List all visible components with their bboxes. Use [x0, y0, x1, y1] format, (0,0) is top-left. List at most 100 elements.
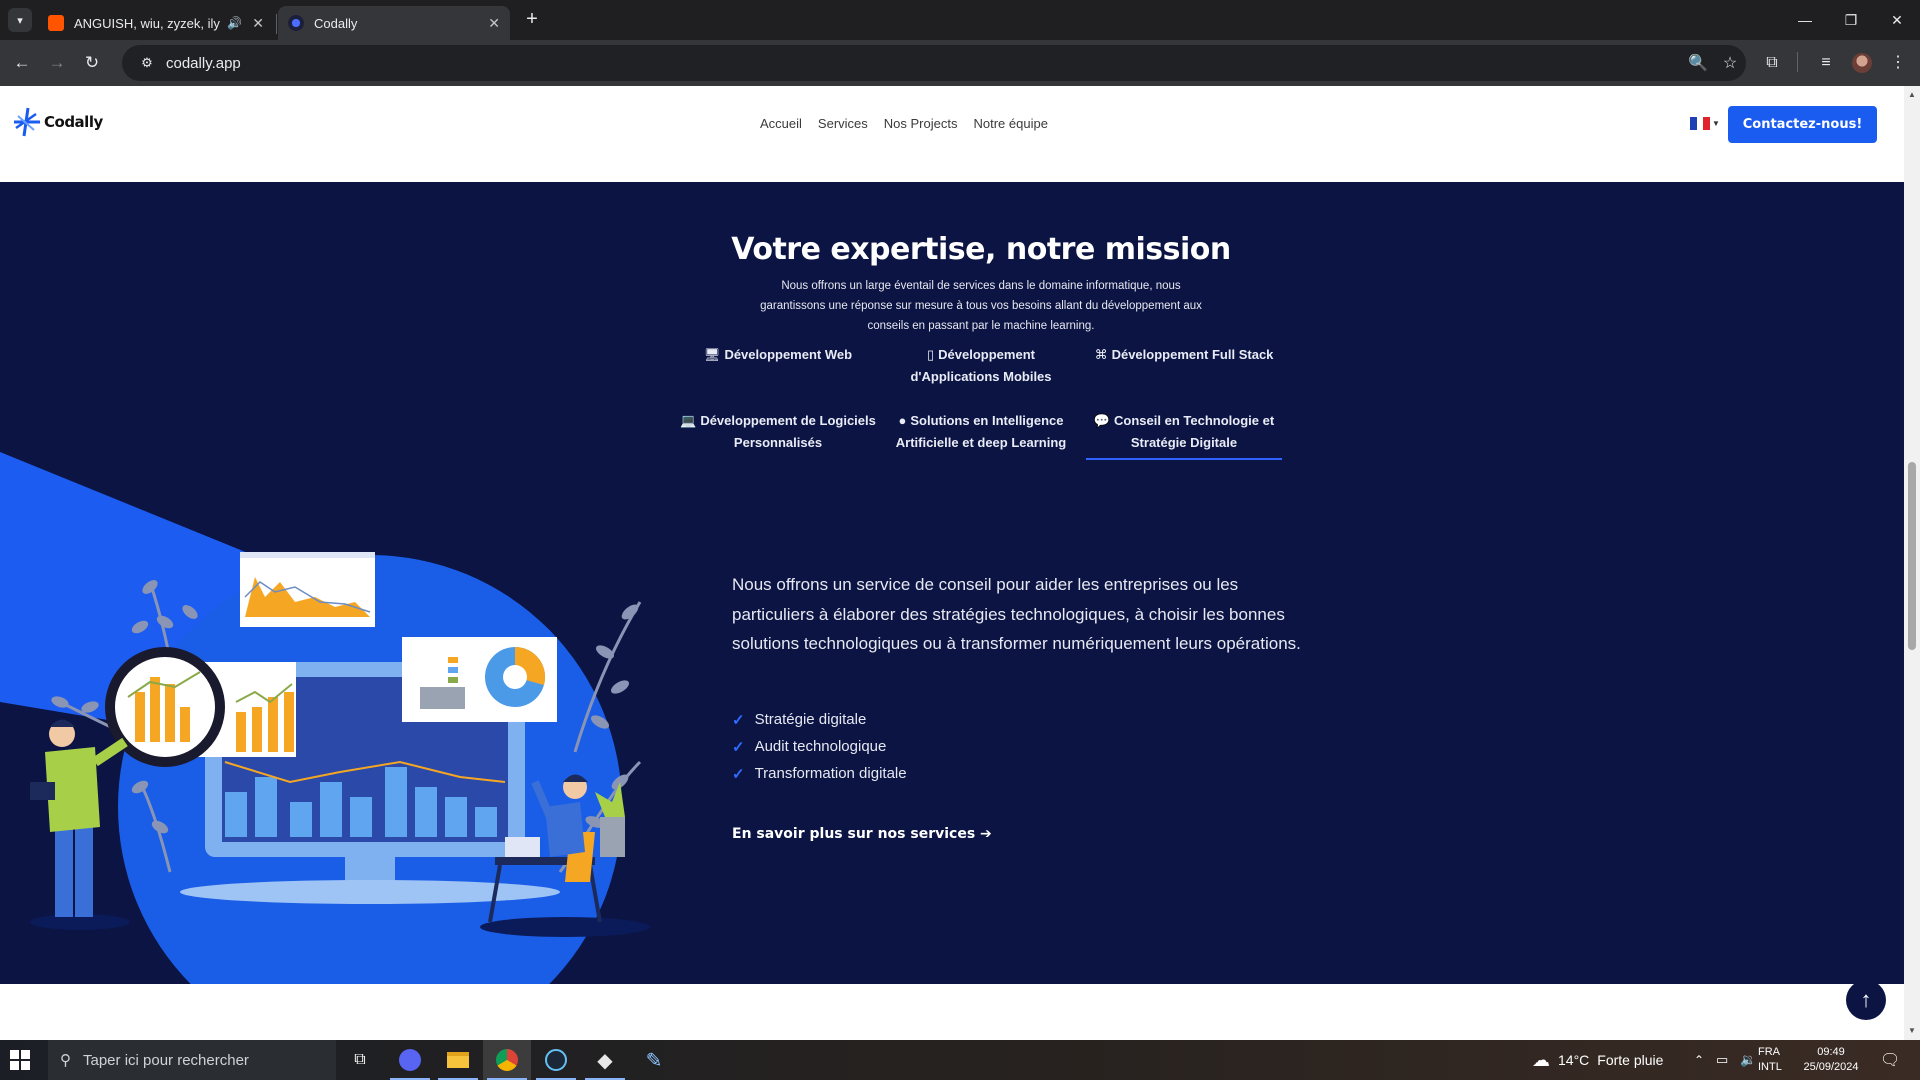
discord-icon[interactable]: [386, 1040, 434, 1080]
tab-codally[interactable]: Codally ✕: [278, 6, 510, 40]
clock-time: 09:49: [1817, 1046, 1845, 1058]
check-icon: ✓: [732, 738, 745, 756]
star-icon[interactable]: ☆: [1714, 53, 1746, 73]
laptop-code-icon: 💻: [680, 413, 697, 428]
task-view-icon[interactable]: ⧉: [336, 1040, 384, 1080]
logo[interactable]: Codally: [12, 106, 103, 138]
codally-logo-icon: [12, 106, 42, 138]
check-icon: ✓: [732, 765, 745, 783]
browser-tab-bar: ▾ ANGUISH, wiu, zyzek, ily – I 🔊 ✕ Codal…: [0, 0, 1920, 40]
input-language[interactable]: FRA INTL: [1758, 1045, 1782, 1075]
nav-projects[interactable]: Nos Projects: [884, 116, 958, 131]
minimize-icon[interactable]: —: [1782, 0, 1828, 40]
taskbar: ⚲ Taper ici pour rechercher ⧉ ◆ ✎ ☁ 14°C…: [0, 1040, 1920, 1080]
soundcloud-favicon-icon: [48, 15, 64, 31]
nav-accueil[interactable]: Accueil: [760, 116, 802, 131]
feature-label: Transformation digitale: [754, 765, 907, 782]
notification-icon[interactable]: 🗨: [1880, 1040, 1900, 1080]
more-services-link[interactable]: En savoir plus sur nos services ➔: [732, 826, 992, 842]
scroll-thumb[interactable]: [1908, 462, 1916, 650]
brain-icon: ●: [898, 413, 907, 428]
search-icon: ⚲: [60, 1052, 71, 1069]
kebab-icon[interactable]: ⋮: [1884, 51, 1912, 75]
steam-icon[interactable]: [532, 1040, 580, 1080]
tab-anguish[interactable]: ANGUISH, wiu, zyzek, ily – I 🔊 ✕: [38, 6, 274, 40]
website-viewport: Codally Accueil Services Nos Projects No…: [0, 86, 1904, 1040]
tab-title: ANGUISH, wiu, zyzek, ily – I: [74, 15, 221, 31]
caret-down-icon: ▼: [1712, 119, 1720, 128]
chevron-up-icon[interactable]: ⌃: [1694, 1040, 1704, 1080]
inkscape-icon[interactable]: ◆: [581, 1040, 629, 1080]
language-selector[interactable]: ▼: [1690, 117, 1720, 130]
tab-web-development[interactable]: 🖥 Développement Web: [678, 344, 878, 366]
scroll-up-icon[interactable]: ▲: [1908, 90, 1916, 99]
mobile-icon: ▯: [927, 347, 935, 362]
tab-mobile-development[interactable]: ▯ Développement d'Applications Mobiles: [881, 344, 1081, 388]
layers-icon: ⌘: [1094, 347, 1108, 362]
feature-label: Audit technologique: [754, 738, 887, 755]
media-control-icon[interactable]: ≡: [1812, 51, 1840, 75]
reload-icon[interactable]: ↻: [80, 51, 104, 75]
clock-date: 25/09/2024: [1803, 1061, 1859, 1073]
tab-label: Développement Full Stack: [1111, 347, 1274, 362]
screen: ▾ ANGUISH, wiu, zyzek, ily – I 🔊 ✕ Codal…: [0, 0, 1920, 1080]
tab-label: Conseil en Technologie et Stratégie Digi…: [1114, 413, 1275, 450]
address-bar[interactable]: ⚙ codally.app 🔍 ☆: [122, 45, 1746, 81]
check-icon: ✓: [732, 711, 745, 729]
list-item: ✓ Audit technologique: [732, 733, 907, 760]
zoom-icon[interactable]: 🔍: [1682, 53, 1714, 73]
consulting-illustration: [0, 452, 650, 1040]
list-item: ✓ Transformation digitale: [732, 760, 907, 787]
tab-custom-software[interactable]: 💻 Développement de Logiciels Personnalisé…: [678, 410, 878, 454]
tab-tech-consulting[interactable]: 💬 Conseil en Technologie et Stratégie Dig…: [1086, 410, 1282, 460]
tab-fullstack-development[interactable]: ⌘ Développement Full Stack: [1084, 344, 1284, 366]
chrome-icon[interactable]: [483, 1040, 531, 1080]
url-text[interactable]: codally.app: [166, 55, 1682, 72]
arrow-up-icon[interactable]: ↑: [1846, 980, 1886, 1020]
windows-start-icon[interactable]: [10, 1050, 34, 1070]
comments-icon: 💬: [1093, 413, 1111, 428]
clock[interactable]: 09:49 25/09/2024: [1796, 1045, 1866, 1075]
close-icon[interactable]: ✕: [252, 15, 264, 32]
puzzle-icon[interactable]: ⧉: [1758, 51, 1786, 75]
feature-label: Stratégie digitale: [754, 711, 867, 728]
tab-label: Solutions en Intelligence Artificielle e…: [895, 413, 1067, 450]
contact-button[interactable]: Contactez-nous!: [1728, 106, 1877, 143]
scroll-down-icon[interactable]: ▼: [1908, 1026, 1916, 1035]
toolbar-divider: [1797, 52, 1798, 72]
file-explorer-icon[interactable]: [434, 1040, 482, 1080]
weather-widget[interactable]: ☁ 14°C Forte pluie: [1532, 1040, 1663, 1080]
lang-line2: INTL: [1758, 1061, 1782, 1073]
chevron-down-icon[interactable]: ▾: [8, 8, 32, 32]
french-flag-icon: [1690, 117, 1711, 130]
close-window-icon[interactable]: ✕: [1874, 0, 1920, 40]
weather-condition: Forte pluie: [1597, 1052, 1664, 1068]
taskbar-search[interactable]: ⚲ Taper ici pour rechercher: [48, 1040, 336, 1080]
page-scrollbar[interactable]: ▲ ▼: [1904, 86, 1920, 1040]
nav-services[interactable]: Services: [818, 116, 868, 131]
plus-icon[interactable]: +: [520, 8, 544, 32]
tab-divider: [276, 14, 277, 34]
site-settings-icon[interactable]: ⚙: [132, 55, 162, 71]
volume-icon[interactable]: 🔉: [1740, 1040, 1756, 1080]
main-nav: Accueil Services Nos Projects Notre équi…: [760, 116, 1048, 131]
close-icon[interactable]: ✕: [488, 15, 500, 32]
paint-icon[interactable]: ✎: [630, 1040, 678, 1080]
services-section: Votre expertise, notre mission Nous offr…: [0, 182, 1904, 1040]
section-intro: Nous offrons un large éventail de servic…: [760, 280, 1202, 332]
site-header: Codally Accueil Services Nos Projects No…: [0, 86, 1904, 162]
weather-temp: 14°C: [1558, 1052, 1590, 1068]
speaker-icon[interactable]: 🔊: [227, 16, 242, 30]
tab-label: Développement Web: [724, 347, 853, 362]
nav-team[interactable]: Notre équipe: [973, 116, 1047, 131]
avatar[interactable]: [1852, 53, 1872, 73]
tab-ai-solutions[interactable]: ● Solutions en Intelligence Artificielle …: [881, 410, 1081, 454]
arrow-right-icon[interactable]: →: [45, 51, 69, 75]
rain-cloud-icon: ☁: [1532, 1049, 1550, 1070]
section-title: Votre expertise, notre mission: [731, 232, 1231, 267]
restore-icon[interactable]: ❐: [1828, 0, 1874, 40]
arrow-left-icon[interactable]: ←: [10, 51, 34, 75]
arrow-right-icon: ➔: [980, 826, 992, 842]
feature-list: ✓ Stratégie digitale ✓ Audit technologique…: [732, 706, 907, 787]
network-icon[interactable]: ▭: [1716, 1040, 1728, 1080]
